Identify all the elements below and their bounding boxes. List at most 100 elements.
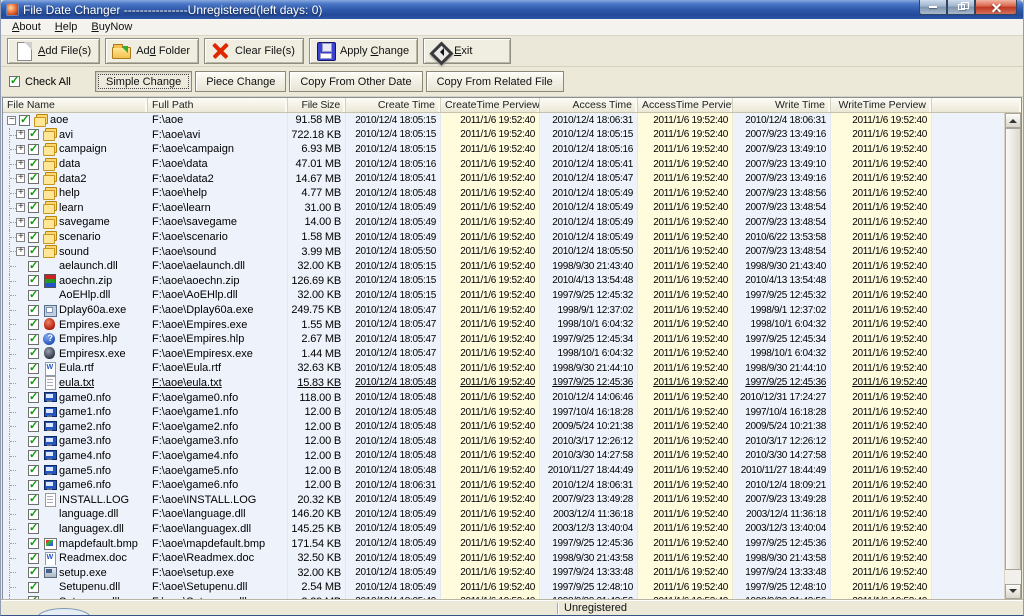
table-row[interactable]: setup.exe F:\aoe\setup.exe 32.00 KB 2010…	[3, 565, 1004, 580]
table-row[interactable]: Empires.hlp F:\aoe\Empires.hlp 2.67 MB 2…	[3, 332, 1004, 347]
row-checkbox[interactable]	[28, 494, 39, 505]
row-checkbox[interactable]	[19, 115, 30, 126]
tree-expander[interactable]	[16, 247, 25, 256]
minimize-button[interactable]	[919, 0, 947, 15]
row-checkbox[interactable]	[28, 290, 39, 301]
tree-expander[interactable]	[7, 116, 16, 125]
table-row[interactable]: game4.nfo F:\aoe\game4.nfo 12.00 B 2010/…	[3, 449, 1004, 464]
row-checkbox[interactable]	[28, 377, 39, 388]
column-header-writetime-perview[interactable]: WriteTime Perview	[831, 98, 932, 112]
tree-expander[interactable]	[16, 218, 25, 227]
scroll-down-button[interactable]	[1005, 584, 1021, 599]
column-header-accesstime-perview[interactable]: AccessTime Perview	[638, 98, 733, 112]
table-row[interactable]: aoe F:\aoe 91.58 MB 2010/12/4 18:05:15 2…	[3, 113, 1004, 128]
tab-simple-change[interactable]: Simple Change	[95, 71, 192, 92]
scrollbar-thumb[interactable]	[1005, 128, 1021, 570]
row-checkbox[interactable]	[28, 596, 39, 599]
row-checkbox[interactable]	[28, 363, 39, 374]
table-row[interactable]: game1.nfo F:\aoe\game1.nfo 12.00 B 2010/…	[3, 405, 1004, 420]
row-checkbox[interactable]	[28, 159, 39, 170]
table-row[interactable]: language.dll F:\aoe\language.dll 146.20 …	[3, 507, 1004, 522]
table-row[interactable]: data F:\aoe\data 47.01 MB 2010/12/4 18:0…	[3, 157, 1004, 172]
table-row[interactable]: game6.nfo F:\aoe\game6.nfo 12.00 B 2010/…	[3, 478, 1004, 493]
table-row[interactable]: learn F:\aoe\learn 31.00 B 2010/12/4 18:…	[3, 201, 1004, 216]
table-row[interactable]: Setupenu.dll F:\aoe\Setupenu.dll 2.54 MB…	[3, 580, 1004, 595]
row-checkbox[interactable]	[28, 334, 39, 345]
clear-file-s-button[interactable]: Clear File(s)	[204, 38, 304, 64]
close-button[interactable]	[975, 0, 1017, 15]
row-checkbox[interactable]	[28, 567, 39, 578]
table-row[interactable]: AoEHlp.dll F:\aoe\AoEHlp.dll 32.00 KB 20…	[3, 288, 1004, 303]
table-row[interactable]: sound F:\aoe\sound 3.99 MB 2010/12/4 18:…	[3, 244, 1004, 259]
table-row[interactable]: languagex.dll F:\aoe\languagex.dll 145.2…	[3, 522, 1004, 537]
tree-expander[interactable]	[16, 174, 25, 183]
column-header-createtime-perview[interactable]: CreateTime Perview	[441, 98, 540, 112]
table-row[interactable]: eula.txt F:\aoe\eula.txt 15.83 KB 2010/1…	[3, 376, 1004, 391]
exit-button[interactable]: Exit	[423, 38, 511, 64]
table-row[interactable]: game2.nfo F:\aoe\game2.nfo 12.00 B 2010/…	[3, 419, 1004, 434]
tree-expander[interactable]	[16, 233, 25, 242]
row-checkbox[interactable]	[28, 348, 39, 359]
row-checkbox[interactable]	[28, 509, 39, 520]
table-row[interactable]: Empiresx.exe F:\aoe\Empiresx.exe 1.44 MB…	[3, 347, 1004, 362]
check-all[interactable]: Check All	[9, 76, 95, 88]
table-row[interactable]: Empires.exe F:\aoe\Empires.exe 1.55 MB 2…	[3, 317, 1004, 332]
column-header-create-time[interactable]: Create Time	[346, 98, 441, 112]
row-checkbox[interactable]	[28, 553, 39, 564]
row-checkbox[interactable]	[28, 144, 39, 155]
table-row[interactable]: aelaunch.dll F:\aoe\aelaunch.dll 32.00 K…	[3, 259, 1004, 274]
table-row[interactable]: Readmex.doc F:\aoe\Readmex.doc 32.50 KB …	[3, 551, 1004, 566]
row-checkbox[interactable]	[28, 246, 39, 257]
tab-piece-change[interactable]: Piece Change	[195, 71, 286, 92]
tree-expander[interactable]	[16, 145, 25, 154]
tree-expander[interactable]	[16, 189, 25, 198]
row-checkbox[interactable]	[28, 319, 39, 330]
add-folder-button[interactable]: Add Folder	[105, 38, 199, 64]
menu-item-help[interactable]: Help	[48, 20, 85, 35]
row-checkbox[interactable]	[28, 436, 39, 447]
row-checkbox[interactable]	[28, 523, 39, 534]
table-row[interactable]: Setupexp.dll F:\aoe\Setupexp.dll 2.29 MB…	[3, 595, 1004, 599]
row-checkbox[interactable]	[28, 232, 39, 243]
column-header-file-size[interactable]: File Size	[288, 98, 346, 112]
add-file-s-button[interactable]: Add File(s)	[7, 38, 100, 64]
column-header-full-path[interactable]: Full Path	[148, 98, 288, 112]
table-row[interactable]: avi F:\aoe\avi 722.18 KB 2010/12/4 18:05…	[3, 128, 1004, 143]
tab-copy-from-other-date[interactable]: Copy From Other Date	[289, 71, 422, 92]
column-header-file-name[interactable]: File Name	[3, 98, 148, 112]
menu-item-about[interactable]: About	[5, 20, 48, 35]
row-checkbox[interactable]	[28, 582, 39, 593]
table-row[interactable]: campaign F:\aoe\campaign 6.93 MB 2010/12…	[3, 142, 1004, 157]
row-checkbox[interactable]	[28, 392, 39, 403]
vertical-scrollbar[interactable]	[1004, 113, 1021, 599]
tree-expander[interactable]	[16, 160, 25, 169]
row-checkbox[interactable]	[28, 421, 39, 432]
table-row[interactable]: game5.nfo F:\aoe\game5.nfo 12.00 B 2010/…	[3, 463, 1004, 478]
row-checkbox[interactable]	[28, 450, 39, 461]
table-row[interactable]: mapdefault.bmp F:\aoe\mapdefault.bmp 171…	[3, 536, 1004, 551]
row-checkbox[interactable]	[28, 202, 39, 213]
column-header-access-time[interactable]: Access Time	[540, 98, 638, 112]
tab-copy-from-related-file[interactable]: Copy From Related File	[426, 71, 564, 92]
row-checkbox[interactable]	[28, 480, 39, 491]
table-row[interactable]: game0.nfo F:\aoe\game0.nfo 118.00 B 2010…	[3, 390, 1004, 405]
tree-expander[interactable]	[16, 130, 25, 139]
row-checkbox[interactable]	[28, 188, 39, 199]
tree-expander[interactable]	[16, 203, 25, 212]
table-row[interactable]: Eula.rtf F:\aoe\Eula.rtf 32.63 KB 2010/1…	[3, 361, 1004, 376]
row-checkbox[interactable]	[28, 407, 39, 418]
column-header-write-time[interactable]: Write Time	[733, 98, 831, 112]
row-checkbox[interactable]	[28, 129, 39, 140]
table-row[interactable]: game3.nfo F:\aoe\game3.nfo 12.00 B 2010/…	[3, 434, 1004, 449]
menu-item-buynow[interactable]: BuyNow	[84, 20, 139, 35]
title-bar[interactable]: File Date Changer ----------------Unregi…	[1, 0, 1023, 19]
table-row[interactable]: Dplay60a.exe F:\aoe\Dplay60a.exe 249.75 …	[3, 303, 1004, 318]
scroll-up-button[interactable]	[1005, 113, 1021, 128]
table-row[interactable]: data2 F:\aoe\data2 14.67 MB 2010/12/4 18…	[3, 171, 1004, 186]
table-row[interactable]: help F:\aoe\help 4.77 MB 2010/12/4 18:05…	[3, 186, 1004, 201]
restore-button[interactable]	[947, 0, 975, 15]
row-checkbox[interactable]	[28, 261, 39, 272]
table-row[interactable]: savegame F:\aoe\savegame 14.00 B 2010/12…	[3, 215, 1004, 230]
row-checkbox[interactable]	[28, 217, 39, 228]
check-all-checkbox[interactable]	[9, 76, 20, 87]
